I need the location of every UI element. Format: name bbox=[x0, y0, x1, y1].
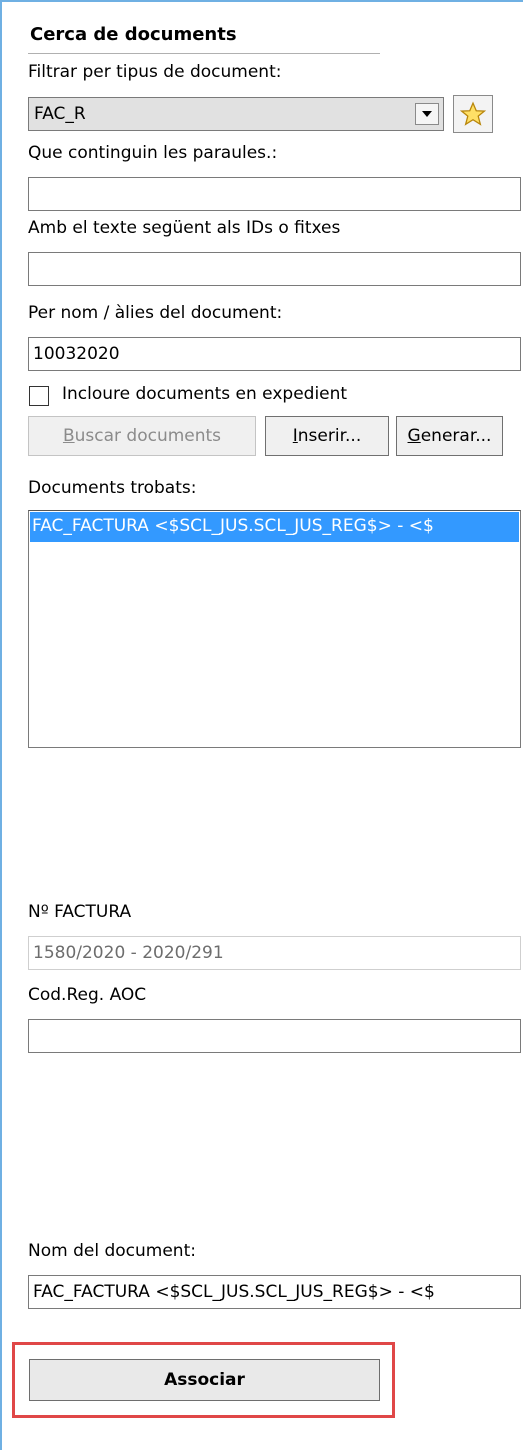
ids-label: Amb el texte següent als IDs o fitxes bbox=[28, 218, 341, 238]
documents-found-list[interactable]: FAC_FACTURA <$SCL_JUS.SCL_JUS_REG$> - <$ bbox=[28, 510, 521, 748]
words-label: Que continguin les paraules.: bbox=[28, 143, 278, 163]
alias-input[interactable]: 10032020 bbox=[28, 337, 521, 371]
insert-button[interactable]: Inserir... bbox=[265, 416, 389, 456]
search-button-label: uscar documents bbox=[74, 426, 222, 446]
include-expedient-label[interactable]: Incloure documents en expedient bbox=[62, 384, 347, 404]
doc-name-input[interactable]: FAC_FACTURA <$SCL_JUS.SCL_JUS_REG$> - <$ bbox=[28, 1275, 521, 1309]
invoice-number-field: 1580/2020 - 2020/291 bbox=[28, 936, 521, 970]
aoc-code-input[interactable] bbox=[28, 1019, 521, 1053]
search-mnemonic: B bbox=[62, 426, 75, 446]
invoice-number-value: 1580/2020 - 2020/291 bbox=[33, 943, 224, 963]
doc-name-label: Nom del document: bbox=[28, 1241, 196, 1261]
include-expedient-checkbox[interactable] bbox=[29, 386, 49, 406]
title-divider bbox=[28, 53, 380, 54]
panel-title: Cerca de documents bbox=[30, 24, 237, 45]
favorite-button[interactable] bbox=[453, 95, 493, 133]
ids-input[interactable] bbox=[28, 252, 521, 286]
filter-label: Filtrar per tipus de document: bbox=[28, 62, 282, 82]
associate-button[interactable]: Associar bbox=[29, 1359, 380, 1401]
insert-button-label: nserir... bbox=[297, 426, 362, 446]
alias-label: Per nom / àlies del document: bbox=[28, 303, 283, 323]
doc-name-value: FAC_FACTURA <$SCL_JUS.SCL_JUS_REG$> - <$ bbox=[33, 1282, 435, 1302]
chevron-down-icon[interactable] bbox=[415, 103, 439, 125]
document-type-select[interactable]: FAC_R bbox=[28, 97, 444, 131]
generate-mnemonic: G bbox=[407, 426, 421, 446]
generate-button[interactable]: Generar... bbox=[396, 416, 503, 456]
window-frame-top bbox=[0, 0, 523, 2]
generate-button-label: enerar... bbox=[420, 426, 492, 446]
search-documents-button[interactable]: Buscar documents bbox=[28, 416, 256, 456]
aoc-code-label: Cod.Reg. AOC bbox=[28, 985, 147, 1005]
star-icon bbox=[460, 101, 486, 126]
list-item[interactable]: FAC_FACTURA <$SCL_JUS.SCL_JUS_REG$> - <$ bbox=[30, 512, 519, 542]
alias-value: 10032020 bbox=[33, 344, 120, 364]
document-type-value: FAC_R bbox=[34, 104, 86, 124]
associate-highlight: Associar bbox=[12, 1342, 395, 1418]
invoice-number-label: Nº FACTURA bbox=[28, 902, 132, 922]
words-input[interactable] bbox=[28, 177, 521, 211]
results-label: Documents trobats: bbox=[28, 478, 197, 498]
window-frame-left bbox=[0, 0, 2, 1450]
